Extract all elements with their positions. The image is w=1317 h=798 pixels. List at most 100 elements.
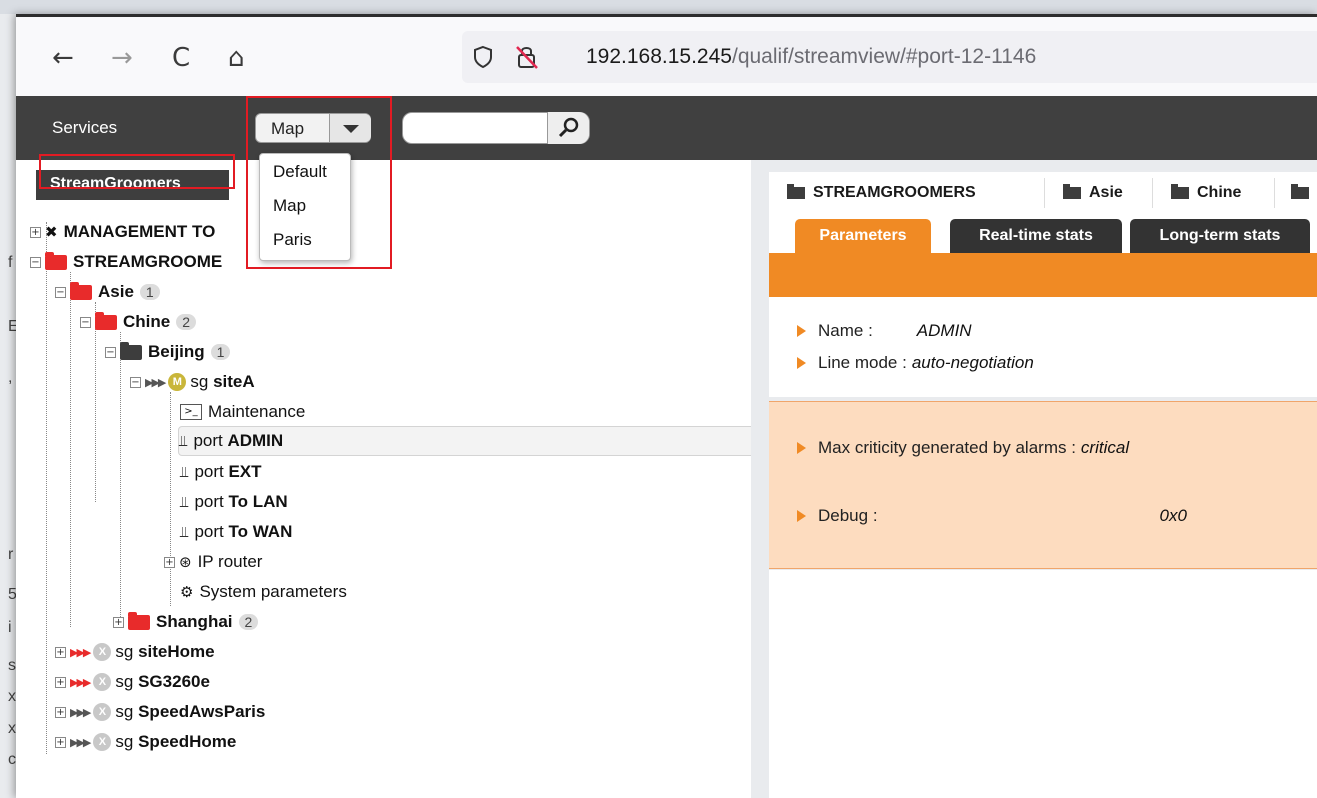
tree-item-label: Chine (123, 312, 171, 331)
tree-item-port-tolan[interactable]: ⫫ port To LAN (180, 487, 288, 517)
url-text[interactable]: 192.168.15.245/qualif/streamview/#port-1… (586, 45, 1036, 69)
expand-icon[interactable]: + (55, 676, 66, 688)
tab-streamgroomers[interactable]: StreamGroomers (36, 170, 229, 200)
tree-item-label: SG3260e (138, 672, 210, 691)
url-path: /qualif/streamview/#port-12-1146 (731, 45, 1037, 68)
expand-icon[interactable]: + (113, 616, 124, 628)
reload-icon[interactable]: C (172, 45, 190, 71)
tree-item-system-parameters[interactable]: ⚙ System parameters (180, 577, 347, 607)
background-window-edge: f E , r 5 i s x x c (0, 14, 16, 798)
edge-glyph: x (8, 688, 16, 705)
tree-item-prefix: sg (115, 642, 134, 661)
tree-item-chine[interactable]: − Chine 2 (80, 307, 197, 337)
folder-icon (70, 281, 92, 300)
tree-item-sg3260e[interactable]: + ▶▶▶ X sg SG3260e (55, 667, 210, 697)
stream-arrows-icon: ▶▶▶ (70, 735, 91, 749)
breadcrumb-chine[interactable]: Chine (1171, 184, 1241, 202)
tab-long-term-stats[interactable]: Long-term stats (1130, 219, 1310, 253)
expand-icon[interactable]: + (30, 226, 41, 238)
tree-item-label: EXT (228, 462, 262, 481)
address-bar[interactable]: 192.168.15.245/qualif/streamview/#port-1… (462, 31, 1317, 83)
tab-content-header (769, 253, 1317, 297)
stream-arrows-icon: ▶▶▶ (145, 375, 166, 389)
tree-item-sitea[interactable]: − ▶▶▶ M sg siteA (130, 367, 255, 397)
network-port-icon: ⫫ (180, 493, 189, 511)
insecure-lock-icon[interactable] (514, 44, 540, 70)
expand-icon[interactable]: + (55, 706, 66, 718)
network-port-icon: ⫫ (179, 432, 188, 450)
tree-item-label: STREAMGROOME (73, 252, 223, 271)
tree-item-management[interactable]: + ✖ MANAGEMENT TO (30, 217, 215, 247)
search-input[interactable] (409, 117, 543, 139)
tree-item-port-admin[interactable]: ⫫ port ADMIN (178, 426, 768, 456)
search-button[interactable] (547, 112, 589, 144)
shield-icon[interactable] (472, 45, 494, 69)
tree-item-maintenance[interactable]: >_ Maintenance (180, 397, 305, 427)
status-x-icon: X (93, 673, 112, 691)
status-x-icon: X (93, 733, 112, 751)
edge-glyph: c (8, 751, 16, 768)
tree-item-streamgroomers[interactable]: − STREAMGROOME (30, 247, 222, 277)
tree-item-prefix: port (193, 431, 223, 450)
parameters-section: Name : ADMIN Line mode : auto-negotiatio… (769, 297, 1317, 397)
collapse-icon[interactable]: − (30, 256, 41, 268)
folder-icon (787, 184, 805, 199)
tree-item-label: ADMIN (227, 431, 284, 450)
tree-item-label: SpeedHome (138, 732, 237, 751)
tree-item-speedawsparis[interactable]: + ▶▶▶ X sg SpeedAwsParis (55, 697, 265, 727)
param-debug: Debug : 0x0 (797, 506, 1187, 526)
tree-item-beijing[interactable]: − Beijing 1 (105, 337, 231, 367)
edge-glyph: f (8, 254, 13, 271)
collapse-icon[interactable]: − (105, 346, 116, 358)
tree-item-asie[interactable]: − Asie 1 (55, 277, 160, 307)
menu-item-default[interactable]: Default (273, 162, 327, 182)
tree-item-label: Asie (98, 282, 134, 301)
back-arrow-icon[interactable]: ← (52, 45, 74, 71)
expand-icon[interactable]: + (55, 646, 66, 658)
param-value: 0x0 (1159, 506, 1187, 525)
breadcrumb-beijing[interactable]: B (1291, 184, 1317, 202)
forward-arrow-icon[interactable]: → (111, 45, 133, 71)
tree-item-label: Maintenance (208, 402, 306, 421)
status-x-icon: X (93, 703, 112, 721)
tab-parameters[interactable]: Parameters (795, 219, 931, 253)
home-icon[interactable]: ⌂ (228, 45, 245, 71)
folder-icon (1063, 184, 1081, 199)
breadcrumb-asie[interactable]: Asie (1063, 184, 1123, 202)
folder-icon (120, 341, 142, 360)
tab-real-time-stats[interactable]: Real-time stats (950, 219, 1122, 253)
chevron-down-icon[interactable] (329, 114, 371, 142)
tree-item-sitehome[interactable]: + ▶▶▶ X sg siteHome (55, 637, 215, 667)
tree-item-prefix: port (194, 522, 224, 541)
tree-item-shanghai[interactable]: + Shanghai 2 (113, 607, 259, 637)
menu-item-paris[interactable]: Paris (273, 230, 312, 250)
count-badge: 1 (139, 284, 160, 300)
map-select[interactable]: Map (255, 113, 371, 143)
collapse-icon[interactable]: − (55, 286, 66, 298)
tree-item-label: MANAGEMENT TO (63, 222, 216, 241)
tree-item-speedhome[interactable]: + ▶▶▶ X sg SpeedHome (55, 727, 236, 757)
param-label: Max criticity generated by alarms : (818, 438, 1076, 457)
menu-item-map[interactable]: Map (273, 196, 306, 216)
expand-icon[interactable]: + (55, 736, 66, 748)
tree-item-ip-router[interactable]: + ⊛ IP router (164, 547, 262, 577)
tree-item-prefix: sg (190, 372, 209, 391)
search-box (402, 112, 590, 144)
collapse-icon[interactable]: − (80, 316, 91, 328)
param-value: ADMIN (916, 321, 972, 340)
tree-item-label: Shanghai (156, 612, 233, 631)
tree-item-label: siteA (213, 372, 255, 391)
folder-icon (1291, 184, 1309, 199)
collapse-icon[interactable]: − (130, 376, 141, 388)
breadcrumb-divider (1274, 178, 1275, 208)
gears-icon: ⚙ (180, 583, 194, 601)
status-m-icon: M (168, 373, 187, 391)
folder-icon (128, 611, 150, 630)
breadcrumb-streamgroomers[interactable]: STREAMGROOMERS (787, 184, 976, 202)
expand-icon[interactable]: + (164, 556, 175, 568)
tree-item-port-towan[interactable]: ⫫ port To WAN (180, 517, 292, 547)
tree-item-port-ext[interactable]: ⫫ port EXT (180, 457, 262, 487)
folder-icon (45, 251, 67, 270)
bullet-arrow-icon (797, 442, 806, 454)
edge-glyph: r (8, 546, 14, 563)
